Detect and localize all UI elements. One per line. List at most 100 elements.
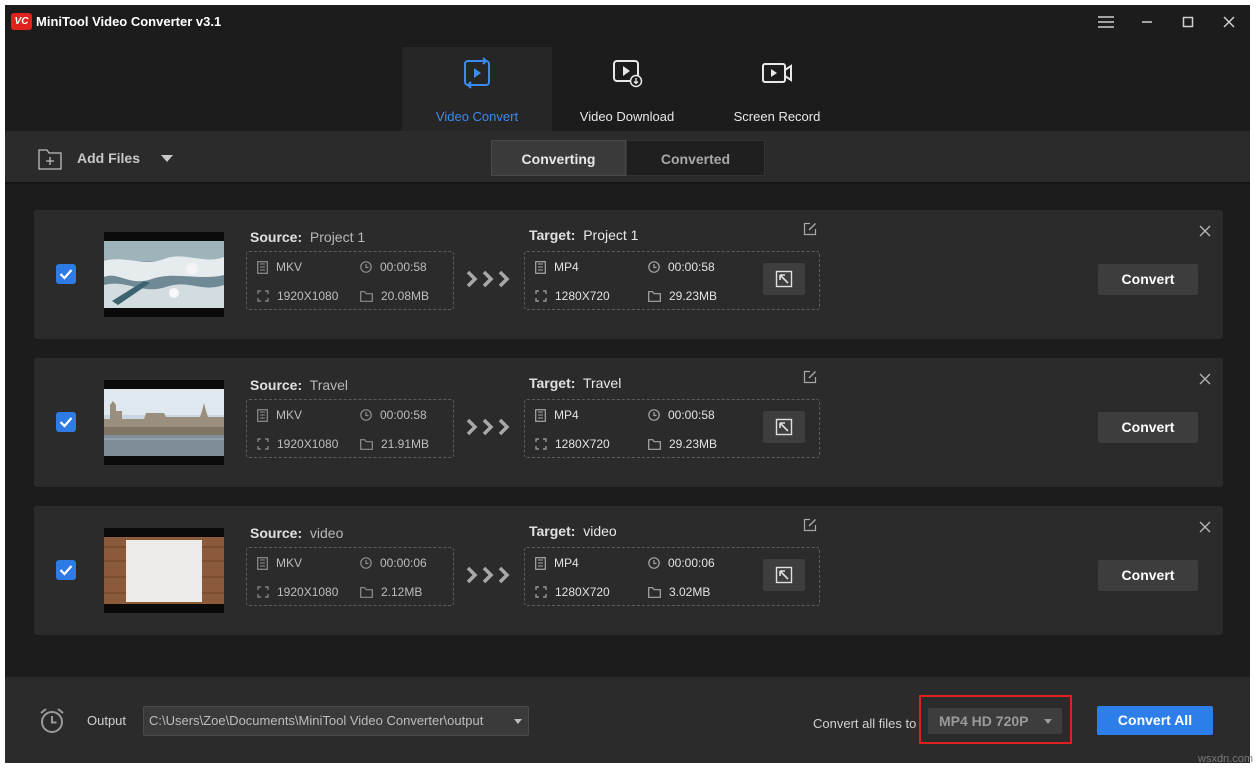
target-header: Target: Project 1 — [529, 227, 638, 243]
target-name: Travel — [583, 375, 621, 391]
source-size: 20.08MB — [360, 289, 429, 303]
target-settings-button[interactable] — [763, 263, 805, 295]
target-header: Target: Travel — [529, 375, 621, 391]
target-label: Target: — [529, 375, 575, 391]
folder-icon — [360, 439, 373, 450]
source-format: MKV — [257, 408, 302, 422]
source-label: Source: — [250, 525, 302, 541]
schedule-alarm-icon[interactable] — [38, 707, 66, 735]
file-item: Source: video MKV 00:00:06 1920X1080 2.1… — [34, 506, 1223, 635]
convert-arrows-icon — [466, 418, 514, 436]
format-select[interactable]: MP4 HD 720P — [928, 708, 1062, 734]
tab-video-convert-label: Video Convert — [402, 109, 552, 124]
add-files-dropdown-icon[interactable] — [161, 155, 173, 162]
close-window-icon[interactable] — [1217, 11, 1241, 33]
edit-name-icon[interactable] — [803, 370, 817, 384]
output-path-select[interactable]: C:\Users\Zoe\Documents\MiniTool Video Co… — [143, 706, 529, 736]
file-format-icon — [257, 409, 268, 422]
edit-name-icon[interactable] — [803, 518, 817, 532]
add-file-icon[interactable] — [38, 148, 62, 170]
tab-screen-record[interactable]: Screen Record — [702, 47, 852, 131]
app-window: VC MiniTool Video Converter v3.1 Video C… — [5, 5, 1250, 763]
video-download-icon — [611, 57, 643, 89]
resolution-icon — [535, 586, 547, 598]
target-duration-value: 00:00:06 — [668, 556, 715, 570]
source-format-value: MKV — [276, 408, 302, 422]
minimize-icon[interactable] — [1135, 11, 1159, 33]
target-resolution-value: 1280X720 — [555, 437, 610, 451]
file-checkbox[interactable] — [56, 560, 76, 580]
file-item: Source: Travel MKV 00:00:58 1920X1080 21… — [34, 358, 1223, 487]
source-format: MKV — [257, 260, 302, 274]
video-convert-icon — [461, 57, 493, 89]
target-size-value: 29.23MB — [669, 289, 717, 303]
source-duration: 00:00:58 — [360, 260, 427, 274]
source-duration: 00:00:06 — [360, 556, 427, 570]
target-format: MP4 — [535, 260, 579, 274]
clock-icon — [648, 261, 660, 273]
menu-icon[interactable] — [1094, 11, 1118, 33]
source-size: 2.12MB — [360, 585, 422, 599]
output-label: Output — [87, 713, 126, 728]
source-format-value: MKV — [276, 260, 302, 274]
target-resolution-value: 1280X720 — [555, 289, 610, 303]
remove-file-icon[interactable] — [1198, 520, 1212, 534]
edit-name-icon[interactable] — [803, 222, 817, 236]
file-format-icon — [257, 261, 268, 274]
target-resolution: 1280X720 — [535, 437, 610, 451]
file-checkbox[interactable] — [56, 412, 76, 432]
source-resolution: 1920X1080 — [257, 437, 338, 451]
target-size: 3.02MB — [648, 585, 710, 599]
source-name: Project 1 — [310, 229, 365, 245]
bottom-bar: Output C:\Users\Zoe\Documents\MiniTool V… — [5, 677, 1250, 763]
target-name: video — [583, 523, 616, 539]
target-settings-button[interactable] — [763, 411, 805, 443]
source-duration-value: 00:00:58 — [380, 260, 427, 274]
convert-button[interactable]: Convert — [1098, 264, 1198, 295]
remove-file-icon[interactable] — [1198, 372, 1212, 386]
video-thumbnail — [104, 232, 224, 317]
source-header: Source: Project 1 — [250, 229, 365, 245]
maximize-icon[interactable] — [1176, 11, 1200, 33]
target-duration: 00:00:06 — [648, 556, 715, 570]
source-info-box: MKV 00:00:06 1920X1080 2.12MB — [246, 547, 454, 606]
remove-file-icon[interactable] — [1198, 224, 1212, 238]
folder-icon — [360, 291, 373, 302]
source-size-value: 20.08MB — [381, 289, 429, 303]
video-thumbnail — [104, 380, 224, 465]
target-resolution-value: 1280X720 — [555, 585, 610, 599]
file-format-icon — [257, 557, 268, 570]
output-settings-icon — [775, 418, 793, 436]
toolbar: Add Files Converting Converted — [5, 131, 1250, 184]
source-name: video — [310, 525, 343, 541]
convert-button[interactable]: Convert — [1098, 560, 1198, 591]
folder-icon — [648, 291, 661, 302]
resolution-icon — [535, 290, 547, 302]
source-label: Source: — [250, 377, 302, 393]
convert-arrows-icon — [466, 566, 514, 584]
convert-button[interactable]: Convert — [1098, 412, 1198, 443]
target-size-value: 3.02MB — [669, 585, 710, 599]
source-size-value: 21.91MB — [381, 437, 429, 451]
target-label: Target: — [529, 523, 575, 539]
video-thumbnail — [104, 528, 224, 613]
source-resolution-value: 1920X1080 — [277, 585, 338, 599]
source-format-value: MKV — [276, 556, 302, 570]
resolution-icon — [257, 438, 269, 450]
source-info-box: MKV 00:00:58 1920X1080 20.08MB — [246, 251, 454, 310]
tab-video-convert[interactable]: Video Convert — [402, 47, 552, 131]
tab-video-download[interactable]: Video Download — [552, 47, 702, 131]
file-format-icon — [535, 261, 546, 274]
screen-record-icon — [761, 57, 793, 89]
convert-all-button[interactable]: Convert All — [1097, 706, 1213, 735]
target-format: MP4 — [535, 556, 579, 570]
file-checkbox[interactable] — [56, 264, 76, 284]
tab-converting[interactable]: Converting — [491, 140, 626, 176]
add-files-button[interactable]: Add Files — [77, 150, 140, 166]
target-format-value: MP4 — [554, 260, 579, 274]
source-duration-value: 00:00:58 — [380, 408, 427, 422]
tab-converted[interactable]: Converted — [626, 140, 765, 176]
target-settings-button[interactable] — [763, 559, 805, 591]
title-bar: VC MiniTool Video Converter v3.1 — [5, 5, 1250, 39]
output-settings-icon — [775, 270, 793, 288]
